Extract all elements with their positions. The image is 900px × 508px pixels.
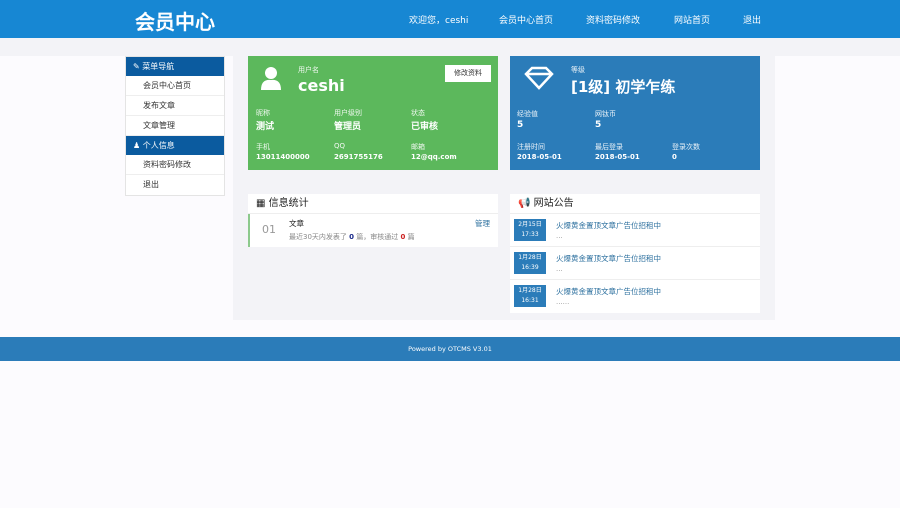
field-label: 网钛币	[595, 110, 616, 118]
nav-logout[interactable]: 退出	[743, 13, 761, 26]
manage-link[interactable]: 管理	[475, 218, 490, 229]
field-value: 2018-05-01	[517, 153, 562, 161]
level-value: [1级] 初学乍练	[571, 78, 676, 96]
sidebar-header-menu: ✎ 菜单导航	[126, 57, 224, 76]
field-value: 已审核	[411, 122, 439, 132]
sidebar: ✎ 菜单导航 会员中心首页 发布文章 文章管理 ♟ 个人信息 资料密码修改 退出	[125, 56, 225, 196]
field-value: 5	[595, 120, 602, 130]
field-value: 管理员	[334, 122, 362, 132]
notice-item[interactable]: 1月28日 16:39 火爆黄金置顶文章广告位招租中 ...	[510, 247, 760, 280]
username: ceshi	[298, 76, 345, 95]
sidebar-item-publish[interactable]: 发布文章	[126, 96, 224, 116]
pencil-icon: ✎	[133, 62, 143, 71]
field-value: 2018-05-01	[595, 153, 640, 161]
calculator-icon: ▦	[256, 198, 269, 209]
field-value: 0	[672, 153, 677, 161]
notice-date: 1月28日 16:39	[514, 252, 546, 274]
sidebar-header-profile: ♟ 个人信息	[126, 136, 224, 155]
stats-name: 文章	[289, 219, 304, 228]
field-value: 5	[517, 120, 524, 130]
stats-title: ▦ 信息统计	[248, 194, 498, 214]
notice-summary: ...	[556, 232, 563, 240]
notice-title: 📢 网站公告	[510, 194, 760, 214]
level-card: 等级 [1级] 初学乍练 经验值 5 网钛币 5 注册时间 2018-05-01…	[510, 56, 760, 170]
field-label: QQ	[334, 142, 346, 150]
notice-link[interactable]: 火爆黄金置顶文章广告位招租中	[556, 220, 661, 231]
stats-panel: ▦ 信息统计 01 文章 管理 最近30天内发表了 0 篇，审核通过 0 篇	[248, 194, 498, 247]
stats-item: 01 文章 管理 最近30天内发表了 0 篇，审核通过 0 篇	[248, 214, 498, 247]
field-label: 最后登录	[595, 143, 623, 151]
notice-item[interactable]: 2月15日 17:33 火爆黄金置顶文章广告位招租中 ...	[510, 214, 760, 247]
level-label: 等级	[571, 66, 585, 74]
user-avatar-icon	[261, 67, 281, 90]
notice-date: 2月15日 17:33	[514, 219, 546, 241]
user-icon: ♟	[133, 141, 143, 150]
sidebar-item-edit-profile[interactable]: 资料密码修改	[126, 155, 224, 175]
field-label: 登录次数	[672, 143, 700, 151]
stats-num: 01	[262, 223, 276, 236]
field-label: 昵称	[256, 109, 270, 117]
sidebar-item-logout[interactable]: 退出	[126, 175, 224, 195]
footer: Powered by OTCMS V3.01	[0, 337, 900, 361]
stats-desc: 最近30天内发表了 0 篇，审核通过 0 篇	[289, 233, 415, 241]
top-bar: 会员中心 欢迎您，ceshi 会员中心首页 资料密码修改 网站首页 退出	[0, 0, 900, 38]
edit-profile-button[interactable]: 修改资料	[445, 65, 491, 82]
field-value: 2691755176	[334, 153, 383, 161]
field-label: 手机	[256, 143, 270, 151]
field-label: 注册时间	[517, 143, 545, 151]
notice-panel: 📢 网站公告 2月15日 17:33 火爆黄金置顶文章广告位招租中 ... 1月2…	[510, 194, 760, 313]
logo: 会员中心	[135, 10, 215, 34]
welcome-text: 欢迎您，ceshi	[409, 16, 469, 26]
notice-link[interactable]: 火爆黄金置顶文章广告位招租中	[556, 253, 661, 264]
field-label: 用户级别	[334, 109, 362, 117]
notice-summary: ...	[556, 265, 563, 273]
diamond-icon	[524, 66, 554, 90]
published-count: 0	[349, 233, 355, 241]
field-label: 状态	[411, 109, 425, 117]
field-label: 邮箱	[411, 143, 425, 151]
field-value: 测试	[256, 122, 275, 132]
megaphone-icon: 📢	[518, 198, 534, 209]
user-card: 用户名 ceshi 修改资料 昵称 测试 用户级别 管理员 状态 已审核 手机 …	[248, 56, 498, 170]
notice-date: 1月28日 16:31	[514, 285, 546, 307]
nav-site-home[interactable]: 网站首页	[674, 13, 710, 26]
sidebar-item-manage[interactable]: 文章管理	[126, 116, 224, 136]
notice-item[interactable]: 1月28日 16:31 火爆黄金置顶文章广告位招租中 ......	[510, 280, 760, 313]
notice-link[interactable]: 火爆黄金置顶文章广告位招租中	[556, 286, 661, 297]
approved-count: 0	[400, 233, 406, 241]
nav-edit-profile[interactable]: 资料密码修改	[586, 13, 640, 26]
nav-member-home[interactable]: 会员中心首页	[499, 13, 553, 26]
username-label: 用户名	[298, 66, 319, 74]
field-value: 12@qq.com	[411, 153, 457, 161]
sidebar-item-member-home[interactable]: 会员中心首页	[126, 76, 224, 96]
notice-summary: ......	[556, 298, 570, 306]
field-value: 13011400000	[256, 153, 310, 161]
field-label: 经验值	[517, 110, 538, 118]
